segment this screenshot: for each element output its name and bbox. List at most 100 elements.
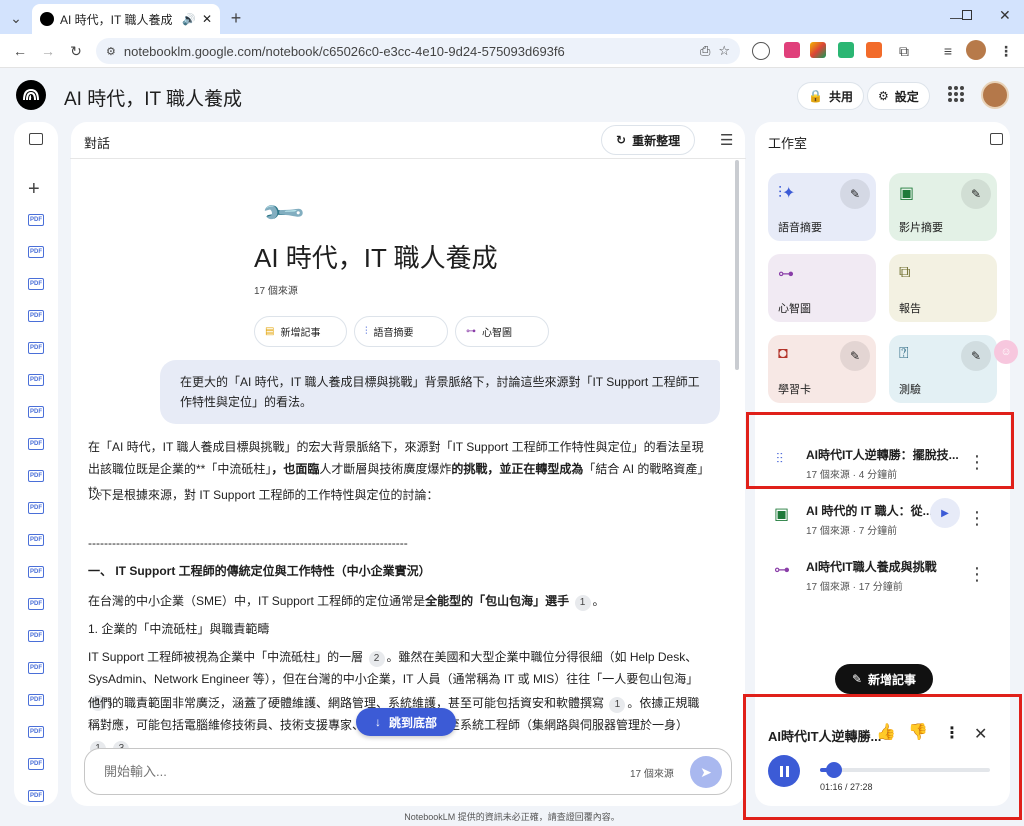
source-file-icon[interactable]: PDF	[28, 214, 44, 226]
pencil-icon: ✎	[851, 672, 863, 686]
source-file-icon[interactable]: PDF	[28, 630, 44, 642]
share-button[interactable]: 🔒 共用	[797, 82, 864, 110]
floating-extension-icon[interactable]: ☺	[994, 340, 1018, 364]
add-source-button[interactable]: +	[28, 178, 40, 201]
extension-icon[interactable]	[866, 42, 882, 58]
source-file-icon[interactable]: PDF	[28, 566, 44, 578]
profile-avatar[interactable]	[966, 40, 986, 60]
install-app-icon[interactable]: ⎙	[700, 43, 710, 59]
edit-pencil-icon[interactable]: ✎	[961, 179, 991, 209]
notebooklm-logo-icon[interactable]	[16, 80, 46, 110]
citation-chip[interactable]: 1	[609, 697, 626, 713]
extension-icon[interactable]	[838, 42, 854, 58]
maximize-icon[interactable]	[962, 10, 972, 20]
answer-bold-text: 全能型的「包山包海」選手	[425, 594, 570, 608]
play-button[interactable]: ▶	[930, 498, 960, 528]
citation-chip[interactable]: 1	[574, 595, 591, 611]
extension-icon[interactable]	[752, 42, 770, 60]
reload-icon[interactable]: ↻	[66, 41, 86, 61]
extension-icon[interactable]	[784, 42, 800, 58]
source-file-icon[interactable]: PDF	[28, 246, 44, 258]
video-icon: ▣	[899, 185, 915, 202]
reading-list-icon[interactable]: ≡	[938, 41, 958, 61]
source-file-icon[interactable]: PDF	[28, 342, 44, 354]
bookmark-star-icon[interactable]: ☆	[718, 43, 730, 59]
mindmap-chip[interactable]: ⊶ 心智圖	[455, 316, 549, 347]
send-icon: ➤	[700, 763, 712, 780]
browser-tab[interactable]: AI 時代，IT 職人養成 - Note 🔊 ✕	[32, 4, 220, 34]
source-file-icon[interactable]: PDF	[28, 694, 44, 706]
citation-chip[interactable]: 2	[368, 651, 385, 667]
notebook-title[interactable]: AI 時代，IT 職人養成	[64, 84, 242, 111]
chat-settings-tune-icon[interactable]: ☰	[720, 131, 733, 149]
window-close-icon[interactable]: ✕	[999, 7, 1011, 24]
studio-card-flashcard[interactable]: ◘ ✎ 學習卡	[768, 335, 876, 403]
highlight-box	[746, 412, 1014, 489]
studio-card-mindmap[interactable]: ⊶ 心智圖	[768, 254, 876, 322]
source-file-icon[interactable]: PDF	[28, 278, 44, 290]
add-note-label: 新增記事	[868, 672, 917, 687]
studio-card-report[interactable]: ⧉ 報告	[889, 254, 997, 322]
more-options-icon[interactable]: ⋮	[968, 508, 986, 528]
studio-card-label: 語音摘要	[778, 222, 822, 234]
studio-card-video-overview[interactable]: ▣ ✎ 影片摘要	[889, 173, 997, 241]
source-file-icon[interactable]: PDF	[28, 438, 44, 450]
collapse-studio-icon[interactable]	[990, 133, 1003, 145]
answer-divider: ----------------------------------------…	[88, 536, 408, 550]
user-avatar[interactable]	[981, 81, 1009, 109]
note-meta: 17 個來源 · 17 分鐘前	[806, 582, 903, 593]
chat-input[interactable]	[104, 760, 584, 782]
source-file-icon[interactable]: PDF	[28, 790, 44, 802]
collapse-sources-icon[interactable]	[29, 133, 43, 145]
input-source-count: 17 個來源	[630, 769, 674, 780]
extension-icon[interactable]	[810, 42, 826, 58]
edit-pencil-icon[interactable]: ✎	[840, 341, 870, 371]
edit-pencil-icon[interactable]: ✎	[961, 341, 991, 371]
site-info-icon[interactable]: ⚙	[106, 45, 116, 58]
note-item[interactable]: ▣ AI 時代的 IT 職人：從... 17 個來源 · 7 分鐘前 ▶ ⋮	[760, 492, 1006, 548]
source-file-icon[interactable]: PDF	[28, 726, 44, 738]
answer-bold-text: ，也面臨	[271, 462, 320, 476]
divider	[70, 158, 746, 159]
edit-pencil-icon[interactable]: ✎	[840, 179, 870, 209]
source-file-icon[interactable]: PDF	[28, 310, 44, 322]
answer-bold-text: 的挑戰，並正在轉型成為	[451, 462, 584, 476]
note-item[interactable]: ⊶ AI時代IT職人養成與挑戰 17 個來源 · 17 分鐘前 ⋮	[760, 548, 1006, 604]
source-file-icon[interactable]: PDF	[28, 662, 44, 674]
add-note-chip[interactable]: ▤ 新增記事	[254, 316, 347, 347]
settings-button[interactable]: ⚙ 設定	[867, 82, 930, 110]
new-tab-button[interactable]: +	[226, 8, 246, 28]
jump-to-bottom-button[interactable]: ↓ 跳到底部	[356, 708, 456, 736]
tab-close-icon[interactable]: ✕	[202, 12, 212, 26]
chat-scrollbar[interactable]	[735, 160, 739, 370]
source-file-icon[interactable]: PDF	[28, 598, 44, 610]
studio-card-quiz[interactable]: ⍰ ✎ 測驗	[889, 335, 997, 403]
audio-overview-chip[interactable]: ⫶ 語音摘要	[354, 316, 448, 347]
address-bar[interactable]: ⚙ notebooklm.google.com/notebook/c65026c…	[96, 38, 740, 64]
back-icon[interactable]: ←	[10, 41, 30, 61]
arrow-down-icon: ↓	[374, 715, 381, 729]
apps-grid-icon[interactable]	[948, 86, 964, 102]
flashcard-icon: ◘	[778, 345, 788, 362]
source-file-icon[interactable]: PDF	[28, 534, 44, 546]
source-file-icon[interactable]: PDF	[28, 502, 44, 514]
notebook-heading: AI 時代，IT 職人養成	[254, 243, 498, 273]
more-options-icon[interactable]: ⋮	[968, 564, 986, 584]
source-file-icon[interactable]: PDF	[28, 374, 44, 386]
extensions-puzzle-icon[interactable]: ⧉	[894, 41, 914, 61]
source-file-icon[interactable]: PDF	[28, 758, 44, 770]
answer-text: 在台灣的中小企業（SME）中，IT Support 工程師的定位通常是	[88, 594, 426, 608]
tab-search-icon[interactable]: ⌄	[6, 8, 26, 28]
add-note-button[interactable]: ✎ 新增記事	[835, 664, 933, 694]
studio-card-label: 心智圖	[778, 303, 811, 315]
source-file-icon[interactable]: PDF	[28, 470, 44, 482]
source-file-icon[interactable]: PDF	[28, 406, 44, 418]
studio-card-label: 報告	[899, 303, 921, 315]
studio-card-audio-overview[interactable]: ⫶✦ ✎ 語音摘要	[768, 173, 876, 241]
browser-menu-icon[interactable]: ⋮	[996, 41, 1016, 61]
forward-icon[interactable]: →	[38, 41, 58, 61]
send-button[interactable]: ➤	[690, 756, 722, 788]
refresh-button[interactable]: ↻ 重新整理	[601, 125, 696, 155]
mindmap-icon: ⊶	[778, 266, 794, 283]
highlight-box	[743, 694, 1022, 820]
